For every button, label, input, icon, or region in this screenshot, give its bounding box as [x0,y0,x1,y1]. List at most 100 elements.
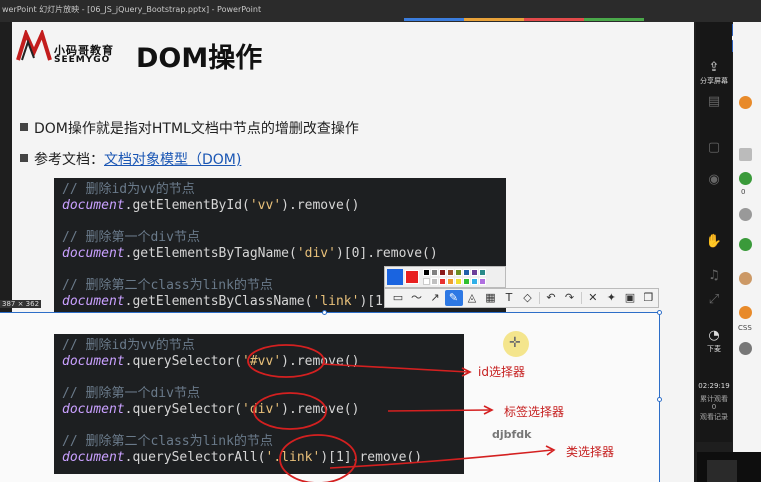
annotation-toolbar: ▭ 〜 ↗ ✎ ◬ ▦ T ◇ ↶ ↷ ✕ ✦ ▣ ❐ [384,288,659,308]
mic-off-icon: ◔ [708,328,720,343]
selection-handle-top[interactable] [322,310,327,315]
down-mic-button[interactable]: ◔ 下麦 [696,328,732,354]
music-button[interactable]: ♫ [696,268,732,284]
thumbnail-preview [707,460,737,482]
copy-icon[interactable]: ❐ [639,290,657,306]
code-comment: // 删除id为vv的节点 [62,338,195,353]
css-label: CSS [738,324,752,332]
selection-handle-right[interactable] [657,397,662,402]
code-comment: // 删除id为vv的节点 [62,182,195,197]
pin-icon[interactable]: ✦ [602,290,620,306]
ppt-button[interactable]: ▤ [696,94,732,110]
slide-title: DOM操作 [136,43,263,74]
code-line: document.getElementsByTagName('div')[0].… [62,246,438,261]
hand-icon: ✋ [705,234,723,249]
color-swatch[interactable] [471,269,478,276]
watch-count: 0 [711,403,717,411]
color-swatch[interactable] [455,269,462,276]
avatar[interactable] [739,208,752,221]
participant-strip: 0 CSS [733,22,761,452]
whiteboard-icon: ▢ [707,140,721,155]
taskbar-thumbnail[interactable] [697,452,761,482]
color-swatch[interactable] [431,278,438,285]
annotation-tag-selector: 标签选择器 [504,405,565,419]
rect-tool-icon[interactable]: ▭ [389,290,407,306]
code-line: document.querySelectorAll('.link')[1].re… [62,450,423,465]
bullet-square-icon [20,123,28,131]
annotation-id-selector: id选择器 [478,365,525,379]
color-swatch[interactable] [479,269,486,276]
code-comment: // 删除第一个div节点 [62,230,200,245]
color-swatch[interactable] [423,269,430,276]
color-swatch[interactable] [471,278,478,285]
color-swatch[interactable] [439,278,446,285]
emoji-icon[interactable] [739,342,752,355]
eraser-tool-icon[interactable]: ◇ [519,290,537,306]
color-swatch[interactable] [447,269,454,276]
watermark-text: djbfdk [492,428,532,441]
bullet-dom-definition: DOM操作就是指对HTML文档中节点的增删改查操作 [20,118,359,138]
selection-handle-top-right[interactable] [657,310,662,315]
mosaic-tool-icon[interactable]: ▦ [482,290,500,306]
cursor-highlight: ✛ [503,331,529,357]
color-swatch[interactable] [431,269,438,276]
code-comment: // 删除第一个div节点 [62,386,200,401]
bullet-reference: 参考文档：文档对象模型（DOM) [20,149,241,169]
avatar[interactable] [739,96,752,109]
color-swatch[interactable] [463,278,470,285]
avatar[interactable] [739,306,752,319]
participant-count: 0 [741,188,746,196]
window-title: werPoint 幻灯片放映 - [06_JS_jQuery_Bootstrap… [2,5,262,14]
palette-mode-button[interactable] [387,269,403,285]
text-tool-icon[interactable]: T [500,290,518,306]
expand-icon: ⤢ [708,292,720,307]
expand-button[interactable]: ⤢ [696,292,732,308]
wechat-icon[interactable] [739,238,752,251]
close-icon[interactable]: ✕ [584,290,602,306]
curve-tool-icon[interactable]: 〜 [408,290,426,306]
arrow-tool-icon[interactable]: ↗ [426,290,444,306]
color-swatch[interactable] [479,278,486,285]
screen: werPoint 幻灯片放映 - [06_JS_jQuery_Bootstrap… [0,0,761,482]
hand-button[interactable]: ✋ [696,234,732,250]
color-swatch[interactable] [463,269,470,276]
marker-tool-icon[interactable]: ◬ [463,290,481,306]
accent-strip-orange [464,18,524,21]
music-icon: ♫ [708,268,720,283]
media-button[interactable]: ◉ [696,172,732,188]
share-screen-button[interactable]: ⇪ 分享屏幕 [696,60,732,86]
code-line: document.getElementById('vv').remove() [62,198,360,213]
media-icon: ◉ [708,172,720,187]
crosshair-icon: ✛ [509,335,521,351]
share-screen-icon: ⇪ [708,60,720,75]
undo-icon[interactable]: ↶ [542,290,560,306]
seemygo-logo-icon [16,30,52,61]
placeholder-icon [739,148,752,161]
dom-doc-link[interactable]: 文档对象模型（DOM) [104,152,241,168]
toolbar-divider [580,292,582,304]
whiteboard-button[interactable]: ▢ [696,140,732,156]
wechat-icon[interactable] [739,172,752,185]
avatar[interactable] [739,272,752,285]
current-color-swatch[interactable] [405,270,419,284]
color-palette [384,266,506,288]
save-icon[interactable]: ▣ [621,290,639,306]
redo-icon[interactable]: ↷ [560,290,578,306]
color-swatch[interactable] [439,269,446,276]
toolbar-divider [539,292,540,304]
pen-tool-icon[interactable]: ✎ [444,290,463,306]
window-titlebar: werPoint 幻灯片放映 - [06_JS_jQuery_Bootstrap… [0,0,761,22]
watch-record-label: 观看记录 [700,413,728,421]
live-time: 02:29:19 [698,382,730,390]
live-side-panel: ⇪ 分享屏幕 ▤ ▢ ◉ ✋ ♫ ⤢ ◔ 下麦 02:29:19 累计观看 0 观看… [696,22,732,442]
color-swatch[interactable] [455,278,462,285]
accent-strip-blue [404,18,464,21]
color-swatch[interactable] [423,278,430,285]
color-swatch[interactable] [447,278,454,285]
bullet-prefix: 参考文档： [34,152,104,168]
code-line: document.querySelector('#vv').remove() [62,354,360,369]
logo-text-en: SEEMYGO [54,55,111,65]
code-line: document.querySelector('div').remove() [62,402,360,417]
bullet-square-icon [20,154,28,162]
bullet-text: DOM操作就是指对HTML文档中节点的增删改查操作 [34,121,359,137]
